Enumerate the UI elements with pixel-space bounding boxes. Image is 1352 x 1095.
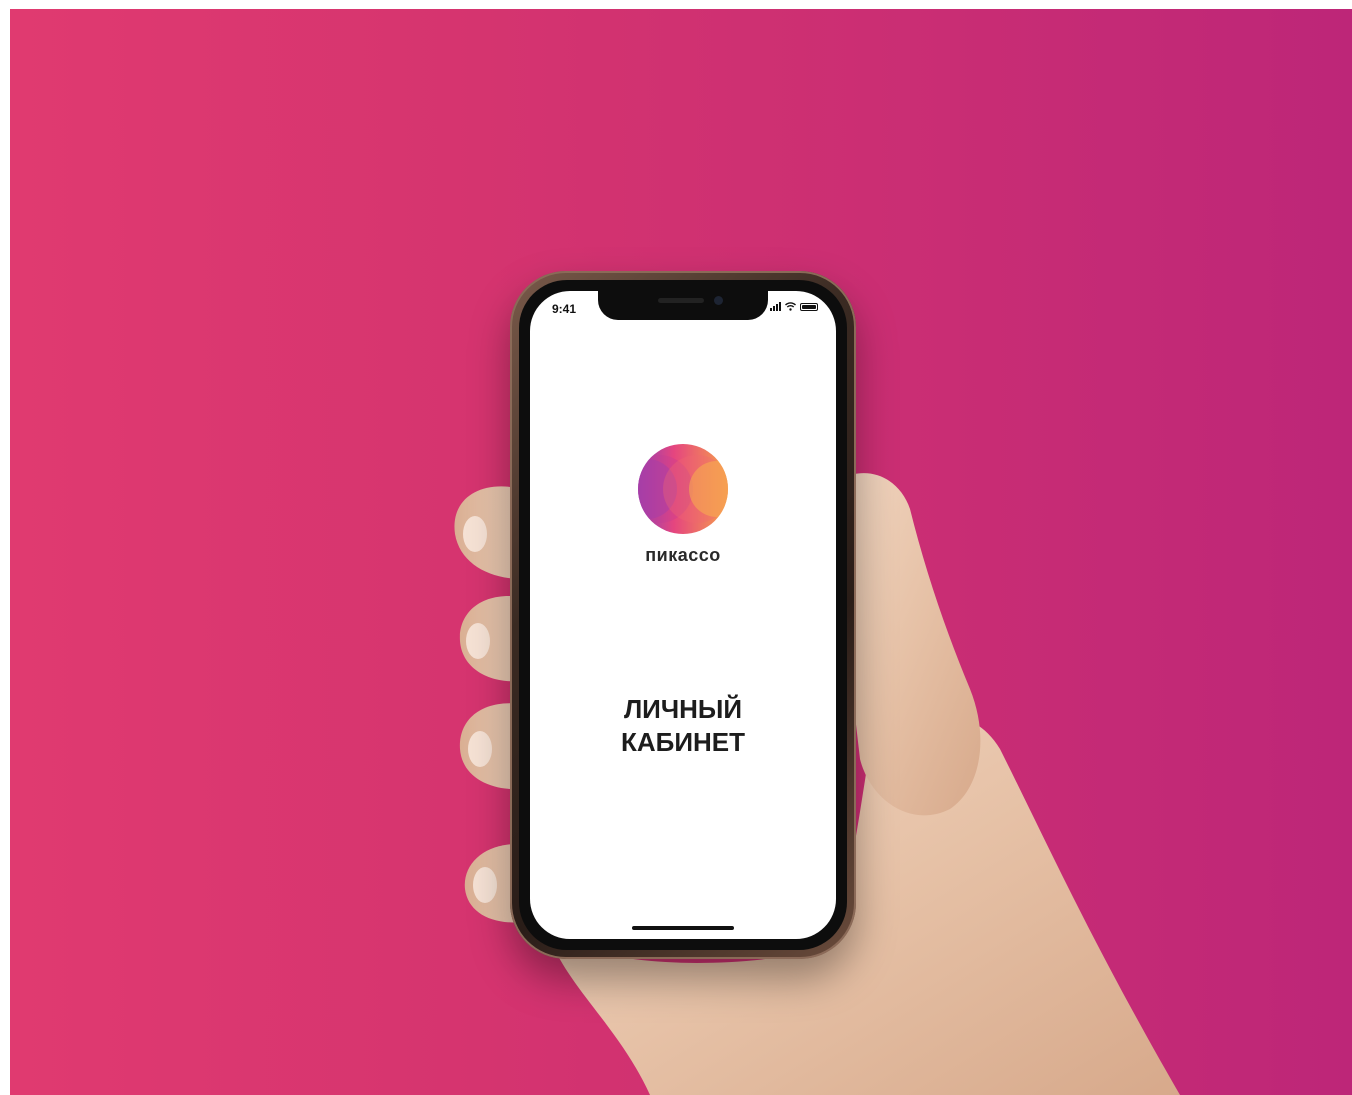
phone-notch: [598, 291, 768, 320]
battery-icon: [800, 302, 818, 311]
smartphone: 9:41 пикассо ЛИЧНЫЙ КАБИНЕТ: [510, 271, 856, 959]
status-icons: [770, 302, 818, 311]
promo-background: 9:41 пикассо ЛИЧНЫЙ КАБИНЕТ: [10, 9, 1352, 1095]
picasso-logo-icon: [638, 444, 728, 534]
wifi-icon: [785, 302, 796, 311]
title-line-1: ЛИЧНЫЙ: [623, 694, 743, 724]
speaker-grille: [658, 298, 704, 303]
page-title: ЛИЧНЫЙ КАБИНЕТ: [530, 693, 836, 759]
signal-icon: [770, 302, 781, 311]
home-indicator[interactable]: [632, 926, 734, 930]
title-line-2: КАБИНЕТ: [620, 727, 746, 757]
front-camera: [714, 296, 723, 305]
brand-name: пикассо: [645, 545, 721, 565]
phone-screen: 9:41 пикассо ЛИЧНЫЙ КАБИНЕТ: [530, 291, 836, 939]
status-time: 9:41: [552, 302, 577, 316]
